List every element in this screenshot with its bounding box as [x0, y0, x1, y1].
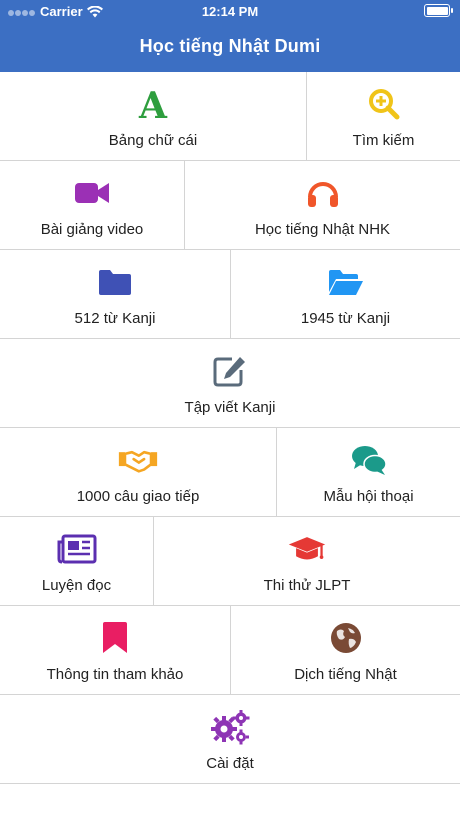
menu-item-label: Tìm kiếm: [352, 131, 415, 149]
status-bar: Carrier 12:14 PM: [0, 0, 460, 24]
menu-grid: A Bảng chữ cái Tìm kiếm Bài giảng video …: [0, 72, 460, 784]
handshake-icon: [118, 440, 158, 480]
gears-icon: [210, 707, 250, 747]
app-header: Carrier 12:14 PM Học tiếng Nhật Dumi: [0, 0, 460, 72]
menu-row-7: Thông tin tham khảo Dịch tiếng Nhật: [0, 606, 460, 695]
menu-item-label: Dịch tiếng Nhật: [294, 665, 397, 683]
menu-row-6: Luyện đọc Thi thử JLPT: [0, 517, 460, 606]
menu-item-translate[interactable]: Dịch tiếng Nhật: [230, 606, 460, 694]
svg-text:A: A: [138, 87, 168, 121]
menu-item-kanji-1945[interactable]: 1945 từ Kanji: [230, 250, 460, 338]
menu-row-8: Cài đặt: [0, 695, 460, 784]
newspaper-icon: [57, 529, 97, 569]
page-title: Học tiếng Nhật Dumi: [139, 36, 321, 56]
bookmark-icon: [95, 618, 135, 658]
menu-item-jlpt-test[interactable]: Thi thử JLPT: [153, 517, 460, 605]
menu-row-3: 512 từ Kanji 1945 từ Kanji: [0, 250, 460, 339]
menu-item-video-lessons[interactable]: Bài giảng video: [0, 161, 184, 249]
folder-icon: [95, 262, 135, 302]
battery-icon: [424, 4, 453, 17]
menu-row-5: 1000 câu giao tiếp Mẫu hội thoại: [0, 428, 460, 517]
graduation-cap-icon: [287, 529, 327, 569]
menu-item-label: Thông tin tham khảo: [46, 665, 184, 683]
menu-item-label: 1000 câu giao tiếp: [76, 487, 200, 505]
menu-item-kanji-512[interactable]: 512 từ Kanji: [0, 250, 230, 338]
globe-icon: [326, 618, 366, 658]
menu-item-nhk[interactable]: Học tiếng Nhật NHK: [184, 161, 460, 249]
folder-open-icon: [326, 262, 366, 302]
menu-row-2: Bài giảng video Học tiếng Nhật NHK: [0, 161, 460, 250]
menu-item-label: Luyện đọc: [41, 576, 112, 594]
status-time: 12:14 PM: [201, 4, 259, 19]
alphabet-a-icon: A: [133, 84, 173, 124]
menu-item-label: 1945 từ Kanji: [300, 309, 391, 327]
menu-item-label: 512 từ Kanji: [74, 309, 156, 327]
menu-item-label: Thi thử JLPT: [263, 576, 351, 594]
menu-item-dialogues[interactable]: Mẫu hội thoại: [276, 428, 460, 516]
video-camera-icon: [72, 173, 112, 213]
headphones-icon: [303, 173, 343, 213]
menu-item-label: Bài giảng video: [40, 220, 144, 238]
menu-item-search[interactable]: Tìm kiếm: [306, 72, 460, 160]
menu-item-reading[interactable]: Luyện đọc: [0, 517, 153, 605]
menu-row-1: A Bảng chữ cái Tìm kiếm: [0, 72, 460, 161]
menu-item-phrases[interactable]: 1000 câu giao tiếp: [0, 428, 276, 516]
zoom-in-icon: [364, 84, 404, 124]
menu-item-label: Học tiếng Nhật NHK: [254, 220, 391, 238]
menu-item-label: Cài đặt: [206, 754, 254, 772]
menu-item-kanji-writing[interactable]: Tập viết Kanji: [0, 339, 460, 427]
menu-item-label: Bảng chữ cái: [108, 131, 198, 149]
chat-bubbles-icon: [349, 440, 389, 480]
menu-row-4: Tập viết Kanji: [0, 339, 460, 428]
menu-item-label: Mẫu hội thoại: [323, 487, 414, 505]
menu-item-references[interactable]: Thông tin tham khảo: [0, 606, 230, 694]
menu-item-alphabet[interactable]: A Bảng chữ cái: [0, 72, 306, 160]
menu-item-label: Tập viết Kanji: [184, 398, 276, 416]
edit-icon: [210, 351, 250, 391]
menu-item-settings[interactable]: Cài đặt: [0, 695, 460, 783]
